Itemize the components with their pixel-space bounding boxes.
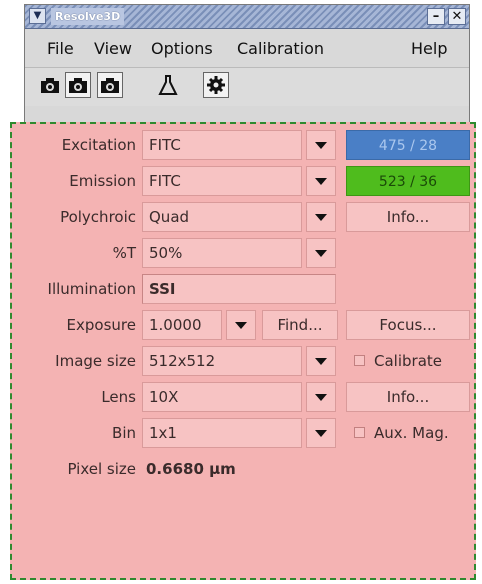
illumination-field[interactable]: SSI xyxy=(142,274,336,304)
polychroic-select[interactable]: Quad xyxy=(142,202,302,232)
aux-mag-label[interactable]: Aux. Mag. xyxy=(374,424,449,442)
menu-bar: File View Options Calibration Help xyxy=(25,29,469,68)
flask-icon[interactable] xyxy=(155,72,181,98)
bin-label: Bin xyxy=(112,424,136,442)
menu-help[interactable]: Help xyxy=(411,39,447,58)
aux-mag-checkbox[interactable] xyxy=(354,427,365,438)
transmission-label: %T xyxy=(112,244,136,262)
emission-row: Emission FITC 523 / 36 xyxy=(12,164,474,200)
polychroic-info-button[interactable]: Info... xyxy=(346,202,470,232)
illumination-row: Illumination SSI xyxy=(12,272,474,308)
transmission-select[interactable]: 50% xyxy=(142,238,302,268)
polychroic-dropdown-button[interactable] xyxy=(306,202,336,232)
emission-select[interactable]: FITC xyxy=(142,166,302,196)
calibrate-label[interactable]: Calibrate xyxy=(374,352,442,370)
polychroic-row: Polychroic Quad Info... xyxy=(12,200,474,236)
image-size-select[interactable]: 512x512 xyxy=(142,346,302,376)
excitation-row: Excitation FITC 475 / 28 xyxy=(12,128,474,164)
acquisition-panel: Excitation FITC 475 / 28 Emission FITC 5… xyxy=(10,122,476,580)
chevron-down-icon xyxy=(315,141,327,149)
lens-info-button[interactable]: Info... xyxy=(346,382,470,412)
minimize-button[interactable]: – xyxy=(427,8,445,25)
focus-button[interactable]: Focus... xyxy=(346,310,470,340)
menu-view[interactable]: View xyxy=(94,39,132,58)
bin-dropdown-button[interactable] xyxy=(306,418,336,448)
chevron-down-icon xyxy=(315,357,327,365)
transmission-row: %T 50% xyxy=(12,236,474,272)
window-menu-icon[interactable]: ▼ xyxy=(29,8,46,24)
image-size-row: Image size 512x512 Calibrate xyxy=(12,344,474,380)
bin-row: Bin 1x1 Aux. Mag. xyxy=(12,416,474,452)
lens-label: Lens xyxy=(101,388,136,406)
chevron-down-icon xyxy=(315,393,327,401)
gear-icon[interactable] xyxy=(203,72,229,98)
pixel-size-value: 0.6680 µm xyxy=(146,460,236,478)
emission-label: Emission xyxy=(69,172,136,190)
image-size-dropdown-button[interactable] xyxy=(306,346,336,376)
chevron-down-icon xyxy=(315,429,327,437)
calibrate-checkbox[interactable] xyxy=(354,355,365,366)
pixel-size-label: Pixel size xyxy=(67,460,136,478)
exposure-input[interactable]: 1.0000 xyxy=(142,310,222,340)
menu-file[interactable]: File xyxy=(47,39,74,58)
exposure-dropdown-button[interactable] xyxy=(226,310,256,340)
illumination-label: Illumination xyxy=(47,280,136,298)
emission-readout: 523 / 36 xyxy=(346,166,470,196)
toolbar xyxy=(25,68,469,106)
transmission-dropdown-button[interactable] xyxy=(306,238,336,268)
lens-row: Lens 10X Info... xyxy=(12,380,474,416)
menu-options[interactable]: Options xyxy=(151,39,213,58)
menu-calibration[interactable]: Calibration xyxy=(237,39,324,58)
camera-snap-icon[interactable] xyxy=(65,72,91,98)
camera-icon[interactable] xyxy=(37,72,63,98)
pixel-size-row: Pixel size 0.6680 µm xyxy=(12,452,474,488)
excitation-select[interactable]: FITC xyxy=(142,130,302,160)
camera-series-icon[interactable] xyxy=(97,72,123,98)
excitation-readout: 475 / 28 xyxy=(346,130,470,160)
chevron-down-icon xyxy=(235,321,247,329)
emission-dropdown-button[interactable] xyxy=(306,166,336,196)
chevron-down-icon xyxy=(315,249,327,257)
excitation-dropdown-button[interactable] xyxy=(306,130,336,160)
image-size-label: Image size xyxy=(55,352,136,370)
excitation-label: Excitation xyxy=(61,136,136,154)
lens-select[interactable]: 10X xyxy=(142,382,302,412)
chevron-down-icon xyxy=(315,177,327,185)
chevron-down-icon xyxy=(315,213,327,221)
find-button[interactable]: Find... xyxy=(262,310,338,340)
lens-dropdown-button[interactable] xyxy=(306,382,336,412)
bin-select[interactable]: 1x1 xyxy=(142,418,302,448)
window-title: Resolve3D xyxy=(51,8,125,25)
exposure-row: Exposure 1.0000 Find... Focus... xyxy=(12,308,474,344)
polychroic-label: Polychroic xyxy=(60,208,136,226)
exposure-label: Exposure xyxy=(66,316,136,334)
close-button[interactable]: ✕ xyxy=(448,8,466,25)
title-bar: ▼ Resolve3D – ✕ xyxy=(25,5,469,29)
